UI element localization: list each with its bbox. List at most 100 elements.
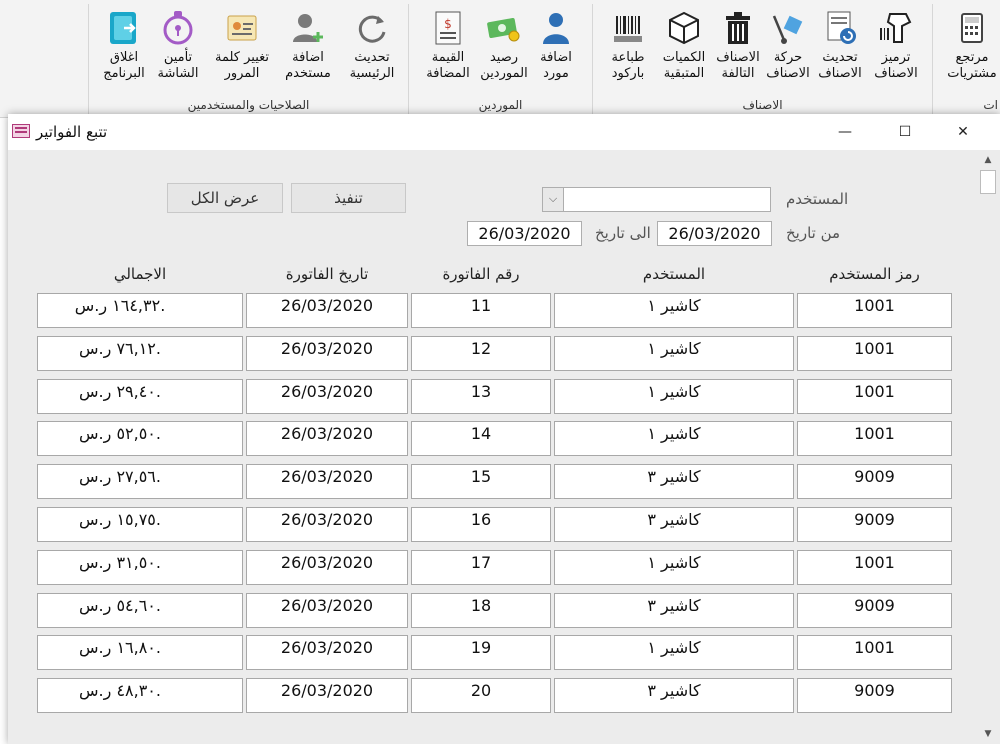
cell-invoice-no[interactable]: 12 (411, 335, 551, 371)
money-icon (487, 18, 520, 42)
cell-total[interactable]: ٥٤,٦٠ ر.س. (37, 592, 243, 628)
cell-invoice-no[interactable]: 11 (411, 293, 551, 328)
cell-user-code[interactable]: 9009 (797, 592, 952, 628)
ribbon-group-suppliers-label: الموردين (478, 98, 523, 112)
cell-user-code[interactable]: 1001 (797, 335, 952, 371)
change-password-button[interactable]: تغيير كلمة المرور (207, 8, 277, 94)
cell-invoice-no[interactable]: 18 (411, 592, 551, 628)
maximize-button[interactable]: ☐ (882, 114, 928, 150)
chevron-down-icon[interactable]: ⌵ (542, 187, 564, 212)
add-supplier-button[interactable]: اضافة مورد (521, 8, 591, 94)
to-date-label: الى تاريخ (595, 224, 651, 242)
cell-total[interactable]: ٣١,٥٠ ر.س. (37, 549, 243, 585)
ribbon: اغلاق البرنامج تأمين الشاشة تغيير كلمة ا… (0, 0, 1000, 118)
cell-invoice-date[interactable]: 26/03/2020 (246, 549, 408, 585)
close-button[interactable]: ✕ (940, 114, 986, 150)
person-icon (543, 13, 569, 44)
scroll-up-icon[interactable]: ▲ (980, 152, 996, 168)
execute-button[interactable]: تنفيذ (291, 183, 406, 213)
cell-user-code[interactable]: 9009 (797, 678, 952, 714)
lock-icon (163, 11, 193, 45)
refresh-icon (358, 15, 386, 43)
cell-invoice-no[interactable]: 15 (411, 464, 551, 500)
refresh-main-label: تحديث الرئيسية (349, 50, 395, 81)
cell-invoice-date[interactable]: 26/03/2020 (246, 378, 408, 414)
cell-invoice-date[interactable]: 26/03/2020 (246, 507, 408, 542)
cell-user[interactable]: كاشير ١ (554, 335, 794, 371)
header-invoice-date: تاريخ الفاتورة (285, 265, 369, 283)
ribbon-group-items: طباعة باركود الكميات المتبقية الاصناف ال… (592, 4, 932, 114)
cell-user[interactable]: كاشير ١ (554, 421, 794, 457)
ribbon-group-purchases: مرتجع مشتريات ات (932, 4, 1000, 114)
barcode-print-icon (614, 16, 642, 42)
change-password-label: تغيير كلمة المرور (214, 50, 270, 81)
cell-total[interactable]: ١٦٤,٣٢ ر.س. (37, 293, 243, 328)
cell-invoice-no[interactable]: 17 (411, 549, 551, 585)
cell-user-code[interactable]: 1001 (797, 293, 952, 328)
vertical-scrollbar[interactable]: ▲ ▼ (980, 150, 996, 744)
minimize-button[interactable]: — (822, 114, 868, 150)
window-titlebar[interactable]: تتبع الفواتير — ☐ ✕ (8, 114, 1000, 150)
hand-truck-icon (772, 15, 803, 44)
cell-total[interactable]: ١٦,٨٠ ر.س. (37, 635, 243, 671)
header-invoice-no: رقم الفاتورة (442, 265, 520, 283)
password-card-icon (227, 15, 257, 41)
cell-invoice-no[interactable]: 14 (411, 421, 551, 457)
lock-screen-button[interactable]: تأمين الشاشة (143, 8, 213, 94)
from-date-label: من تاريخ (786, 224, 841, 242)
ribbon-group-users-label: الصلاحيات والمستخدمين (187, 98, 310, 112)
cell-total[interactable]: ٥٢,٥٠ ر.س. (37, 421, 243, 457)
add-user-button[interactable]: اضافة مستخدم (273, 8, 343, 94)
cell-user-code[interactable]: 1001 (797, 635, 952, 671)
cell-total[interactable]: ٢٩,٤٠ ر.س. (37, 378, 243, 414)
header-user-code: رمز المستخدم (829, 265, 920, 283)
cell-invoice-date[interactable]: 26/03/2020 (246, 464, 408, 500)
header-total: الاجمالي (113, 265, 167, 283)
from-date-input[interactable]: 26/03/2020 (657, 221, 772, 246)
cell-user[interactable]: كاشير ٣ (554, 592, 794, 628)
cell-user[interactable]: كاشير ٣ (554, 678, 794, 714)
cell-total[interactable]: ٧٦,١٢ ر.س. (37, 335, 243, 371)
cell-invoice-no[interactable]: 20 (411, 678, 551, 714)
cell-invoice-date[interactable]: 26/03/2020 (246, 678, 408, 714)
cell-invoice-date[interactable]: 26/03/2020 (246, 421, 408, 457)
cell-invoice-date[interactable]: 26/03/2020 (246, 592, 408, 628)
cell-user[interactable]: كاشير ٣ (554, 464, 794, 500)
cell-total[interactable]: ٤٨,٣٠ ر.س. (37, 678, 243, 714)
cell-invoice-no[interactable]: 13 (411, 378, 551, 414)
purchase-return-label: مرتجع مشتريات (947, 50, 997, 81)
show-all-button[interactable]: عرض الكل (167, 183, 283, 213)
cell-invoice-date[interactable]: 26/03/2020 (246, 293, 408, 328)
cell-user[interactable]: كاشير ٣ (554, 507, 794, 542)
add-supplier-label: اضافة مورد (540, 50, 572, 81)
form-icon (12, 124, 30, 138)
user-filter-select[interactable] (542, 187, 771, 212)
to-date-input[interactable]: 26/03/2020 (467, 221, 582, 246)
cell-invoice-no[interactable]: 19 (411, 635, 551, 671)
cell-invoice-no[interactable]: 16 (411, 507, 551, 542)
cell-invoice-date[interactable]: 26/03/2020 (246, 635, 408, 671)
cell-total[interactable]: ٢٧,٥٦ ر.س. (37, 464, 243, 500)
cell-user-code[interactable]: 9009 (797, 464, 952, 500)
cell-invoice-date[interactable]: 26/03/2020 (246, 335, 408, 371)
cell-total[interactable]: ١٥,٧٥ ر.س. (37, 507, 243, 542)
cell-user-code[interactable]: 1001 (797, 421, 952, 457)
refresh-main-button[interactable]: تحديث الرئيسية (337, 8, 407, 94)
purchase-return-button[interactable]: مرتجع مشتريات (937, 8, 1000, 94)
scroll-thumb[interactable] (980, 170, 996, 194)
cell-user-code[interactable]: 1001 (797, 378, 952, 414)
cell-user[interactable]: كاشير ١ (554, 378, 794, 414)
code-items-button[interactable]: ترميز الاصناف (861, 8, 931, 94)
cell-user-code[interactable]: 1001 (797, 549, 952, 585)
scroll-down-icon[interactable]: ▼ (980, 726, 996, 742)
code-items-label: ترميز الاصناف (874, 50, 918, 81)
cell-user[interactable]: كاشير ١ (554, 635, 794, 671)
trash-icon (726, 12, 750, 44)
ribbon-group-items-label: الاصناف (742, 98, 783, 112)
cell-user[interactable]: كاشير ١ (554, 293, 794, 328)
window-title: تتبع الفواتير (36, 123, 108, 141)
box-icon (669, 11, 699, 45)
cell-user-code[interactable]: 9009 (797, 507, 952, 542)
cell-user[interactable]: كاشير ١ (554, 549, 794, 585)
header-user: المستخدم (642, 265, 706, 283)
